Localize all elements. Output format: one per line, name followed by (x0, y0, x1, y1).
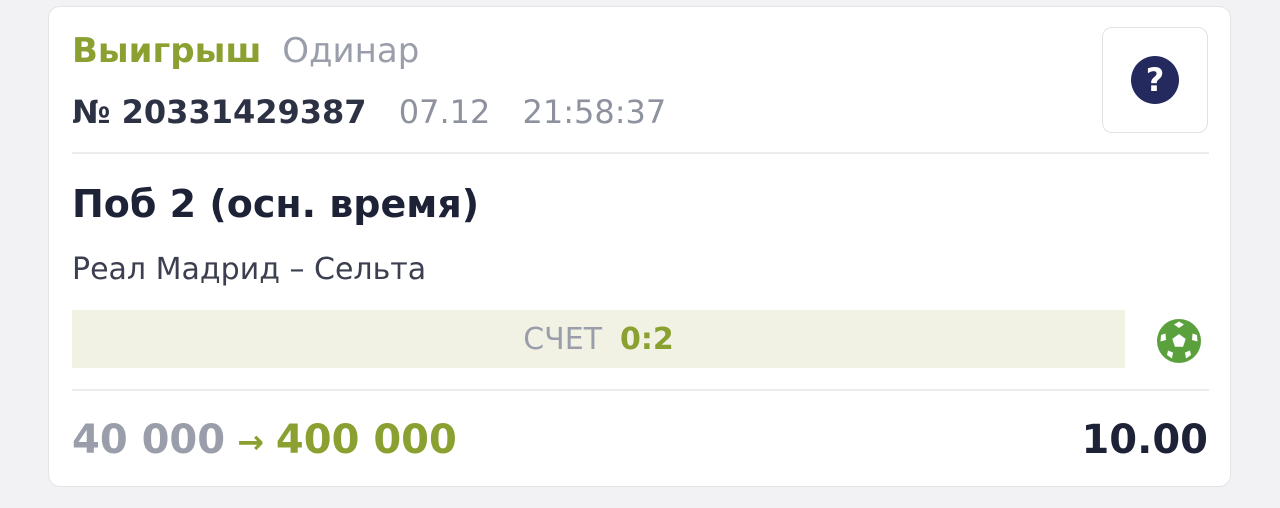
arrow-right-icon: → (237, 423, 264, 461)
bet-type: Одинар (282, 31, 420, 71)
bet-status-line: Выигрыш Одинар (72, 29, 419, 73)
soccer-ball-icon (1157, 319, 1201, 363)
bet-number: № 20331429387 (72, 93, 367, 131)
amounts: 40 000 → 400 000 (72, 415, 457, 467)
event-name: Реал Мадрид – Сельта (72, 252, 427, 287)
score-label: СЧЕТ (523, 321, 603, 357)
score-value: 0:2 (620, 321, 674, 357)
divider (72, 389, 1209, 391)
bet-card: Выигрыш Одинар № 20331429387 07.12 21:58… (48, 6, 1231, 487)
score-bar: СЧЕТ 0:2 (72, 310, 1125, 368)
market-title: Поб 2 (осн. время) (72, 182, 480, 226)
payout-amount: 400 000 (275, 417, 457, 463)
stake-amount: 40 000 (72, 417, 226, 463)
odds-value: 10.00 (1081, 417, 1208, 463)
bet-time: 21:58:37 (522, 93, 667, 131)
question-icon: ? (1131, 56, 1179, 104)
help-button[interactable]: ? (1102, 27, 1208, 133)
bet-meta: № 20331429387 07.12 21:58:37 (72, 91, 666, 133)
bet-date: 07.12 (398, 93, 491, 131)
bet-status: Выигрыш (72, 31, 262, 71)
divider (72, 152, 1209, 154)
